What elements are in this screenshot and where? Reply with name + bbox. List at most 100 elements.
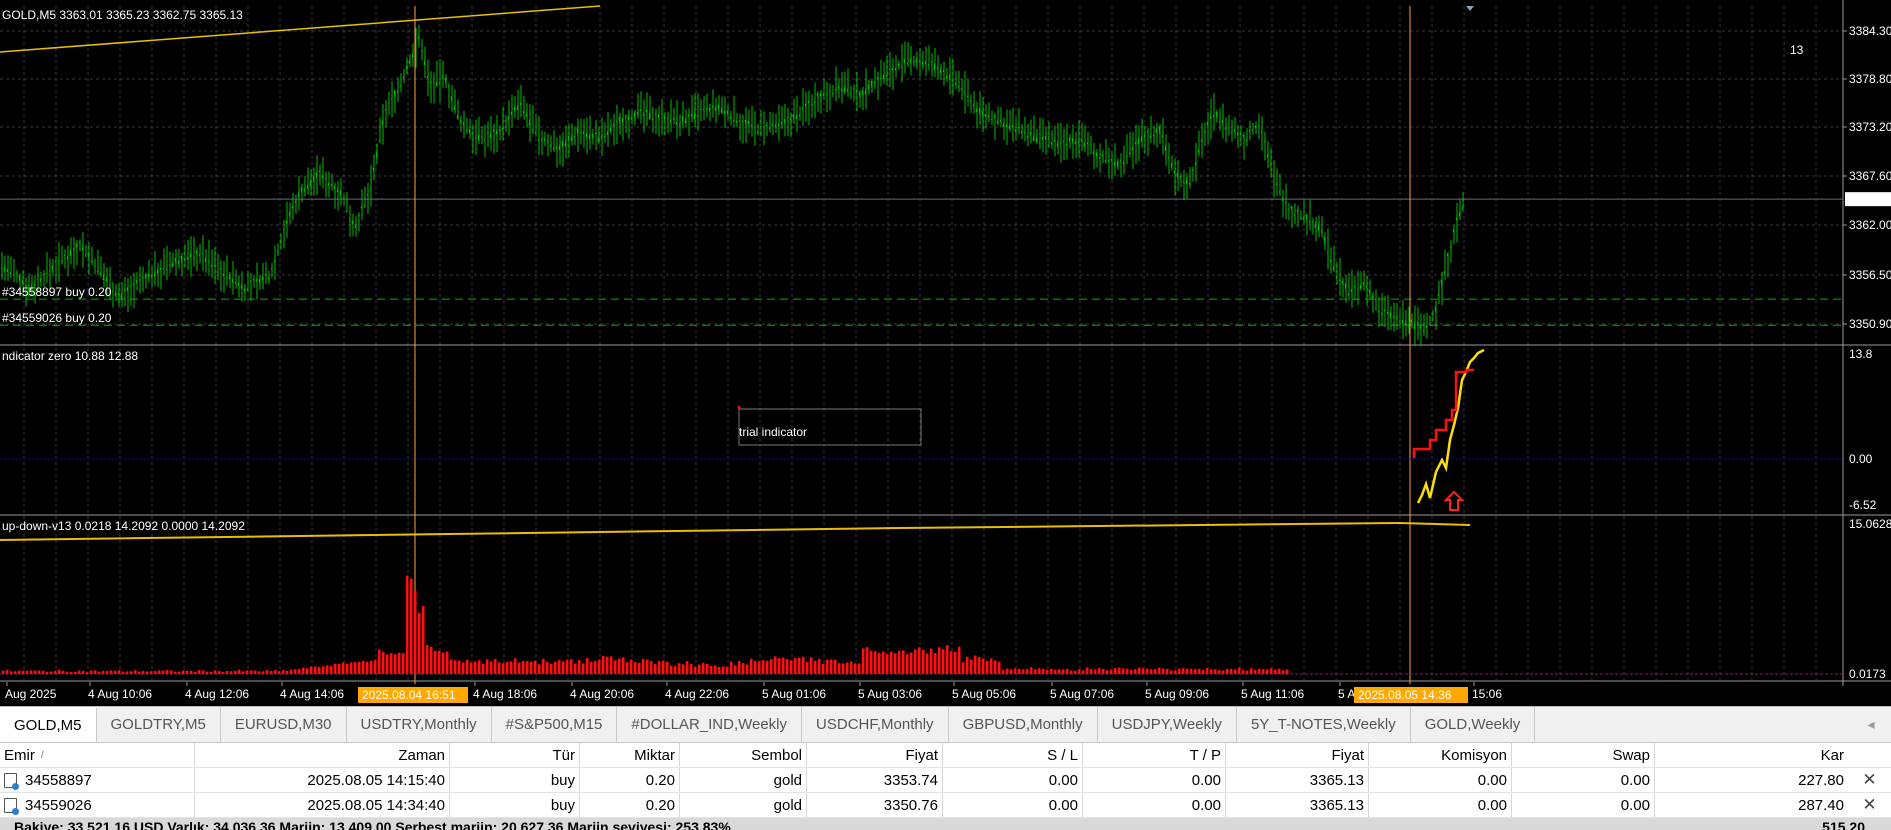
histogram-bar xyxy=(534,660,537,674)
histogram-bar xyxy=(222,671,225,674)
histogram-bar xyxy=(582,663,585,674)
histogram-bar xyxy=(1210,669,1213,674)
histogram-bar xyxy=(458,660,461,674)
candle-tick xyxy=(465,129,468,132)
histogram-bar xyxy=(1262,669,1265,674)
histogram-bar xyxy=(318,666,321,674)
histogram-bar xyxy=(1098,668,1101,674)
histogram-bar xyxy=(482,664,485,674)
order-line-label: #34558897 buy 0.20 xyxy=(2,285,112,299)
histogram-bar xyxy=(846,662,849,674)
histogram-bar xyxy=(638,662,641,674)
histogram-bar xyxy=(310,666,313,674)
chart-canvas[interactable]: #34558897 buy 0.20 #34559026 buy 0.20 3365… xyxy=(0,0,1891,706)
table-row[interactable]: 34559026 2025.08.05 14:34:40 buy 0.20 gold 33… xyxy=(0,793,1891,818)
col-header-komisyon[interactable]: Komisyon xyxy=(1369,743,1512,767)
histogram-bar xyxy=(1138,667,1141,674)
histogram-bar xyxy=(926,653,929,674)
candle-tick xyxy=(54,260,57,263)
histogram-bar xyxy=(966,656,969,674)
histogram-bar xyxy=(974,655,977,674)
chart-tab[interactable]: GOLDTRY,M5 xyxy=(97,707,221,742)
histogram-bar xyxy=(102,670,105,674)
histogram-bar xyxy=(782,657,785,674)
histogram-bar xyxy=(466,659,469,674)
histogram-bar xyxy=(994,660,997,674)
histogram-bar xyxy=(982,658,985,674)
histogram-bar xyxy=(478,660,481,674)
order-cell-emir: 34559026 xyxy=(0,793,195,817)
histogram-bar xyxy=(438,650,441,674)
col-header-zaman[interactable]: Zaman xyxy=(195,743,450,767)
col-header-sembol[interactable]: Sembol xyxy=(680,743,807,767)
order-cell-emir: 34558897 xyxy=(0,768,195,792)
histogram-bar xyxy=(1062,669,1065,674)
candle-tick xyxy=(1245,139,1248,141)
col-header-tur[interactable]: Tür xyxy=(450,743,580,767)
histogram-bar xyxy=(62,670,65,674)
table-row[interactable]: 34558897 2025.08.05 14:15:40 buy 0.20 gold 33… xyxy=(0,768,1891,793)
chart-tab[interactable]: USDCHF,Monthly xyxy=(802,707,949,742)
histogram-bar xyxy=(902,650,905,674)
histogram-bar xyxy=(198,670,201,674)
indicator2-header: up-down-v13 0.0218 14.2092 0.0000 14.209… xyxy=(2,519,245,533)
price-axis-label: 3350.90 xyxy=(1849,317,1891,331)
chart-area[interactable]: #34558897 buy 0.20 #34559026 buy 0.20 3365… xyxy=(0,0,1891,706)
col-header-miktar[interactable]: Miktar xyxy=(580,743,680,767)
balance-total: 515.20 xyxy=(1822,819,1865,830)
histogram-bar xyxy=(922,649,925,674)
candle-tick xyxy=(1182,181,1185,184)
chart-shift-marker-icon[interactable] xyxy=(1466,6,1474,11)
col-header-current-price[interactable]: Fiyat xyxy=(1226,743,1369,767)
histogram-bar xyxy=(702,662,705,674)
histogram-bar xyxy=(74,671,77,674)
close-order-icon[interactable]: ✕ xyxy=(1848,793,1891,817)
col-header-fiyat[interactable]: Fiyat xyxy=(807,743,943,767)
histogram-bar xyxy=(1158,667,1161,674)
col-header-sl[interactable]: S / L xyxy=(943,743,1083,767)
price-axis-label: 3362.00 xyxy=(1849,218,1891,232)
histogram-bar xyxy=(578,660,581,674)
chart-tab[interactable]: EURUSD,M30 xyxy=(221,707,347,742)
chart-tab[interactable]: #DOLLAR_IND,Weekly xyxy=(617,707,803,742)
chart-tab[interactable]: USDJPY,Weekly xyxy=(1098,707,1237,742)
time-axis-label: 4 Aug 20:06 xyxy=(570,687,634,701)
histogram-bar xyxy=(366,661,369,674)
chart-tab[interactable]: GOLD,M5 xyxy=(0,707,97,742)
histogram-bar xyxy=(1178,668,1181,674)
histogram-bar xyxy=(274,670,277,674)
histogram-bar xyxy=(874,651,877,674)
histogram-bar xyxy=(154,670,157,674)
histogram-bar xyxy=(390,653,393,674)
close-order-icon[interactable]: ✕ xyxy=(1848,768,1891,792)
order-cell-fiyat: 3353.74 xyxy=(807,768,943,792)
balance-summary-row: Bakiye: 33 521.16 USD Varlık: 34 036.36 … xyxy=(0,818,1891,830)
histogram-bar xyxy=(598,659,601,674)
histogram-bar xyxy=(78,670,81,674)
histogram-bar xyxy=(942,649,945,674)
time-axis-label: 4 Aug 12:06 xyxy=(185,687,249,701)
chart-tab[interactable]: GBPUSD,Monthly xyxy=(949,707,1098,742)
candle-tick xyxy=(480,136,483,138)
candle-tick xyxy=(825,93,828,96)
histogram-bar xyxy=(150,671,153,674)
chart-tab[interactable]: #S&P500,M15 xyxy=(492,707,618,742)
candle-tick xyxy=(474,137,477,139)
histogram-bar xyxy=(510,661,513,674)
col-header-tp[interactable]: T / P xyxy=(1083,743,1226,767)
candle-tick xyxy=(1293,214,1296,217)
col-header-kar[interactable]: Kar xyxy=(1655,743,1848,767)
tab-scroll-left-icon[interactable]: ◂ xyxy=(1851,707,1891,742)
histogram-bar xyxy=(750,658,753,674)
chart-tab[interactable]: USDTRY,Monthly xyxy=(347,707,492,742)
col-header-emir[interactable]: Emir / xyxy=(0,743,195,767)
col-header-swap[interactable]: Swap xyxy=(1512,743,1655,767)
histogram-bar xyxy=(774,656,777,674)
chart-tab[interactable]: 5Y_T-NOTES,Weekly xyxy=(1237,707,1411,742)
order-cell-komisyon: 0.00 xyxy=(1369,768,1512,792)
chart-tab[interactable]: GOLD,Weekly xyxy=(1411,707,1536,742)
histogram-bar xyxy=(722,666,725,674)
histogram-bar xyxy=(70,671,73,674)
histogram-bar xyxy=(1122,668,1125,674)
histogram-bar xyxy=(166,670,169,674)
